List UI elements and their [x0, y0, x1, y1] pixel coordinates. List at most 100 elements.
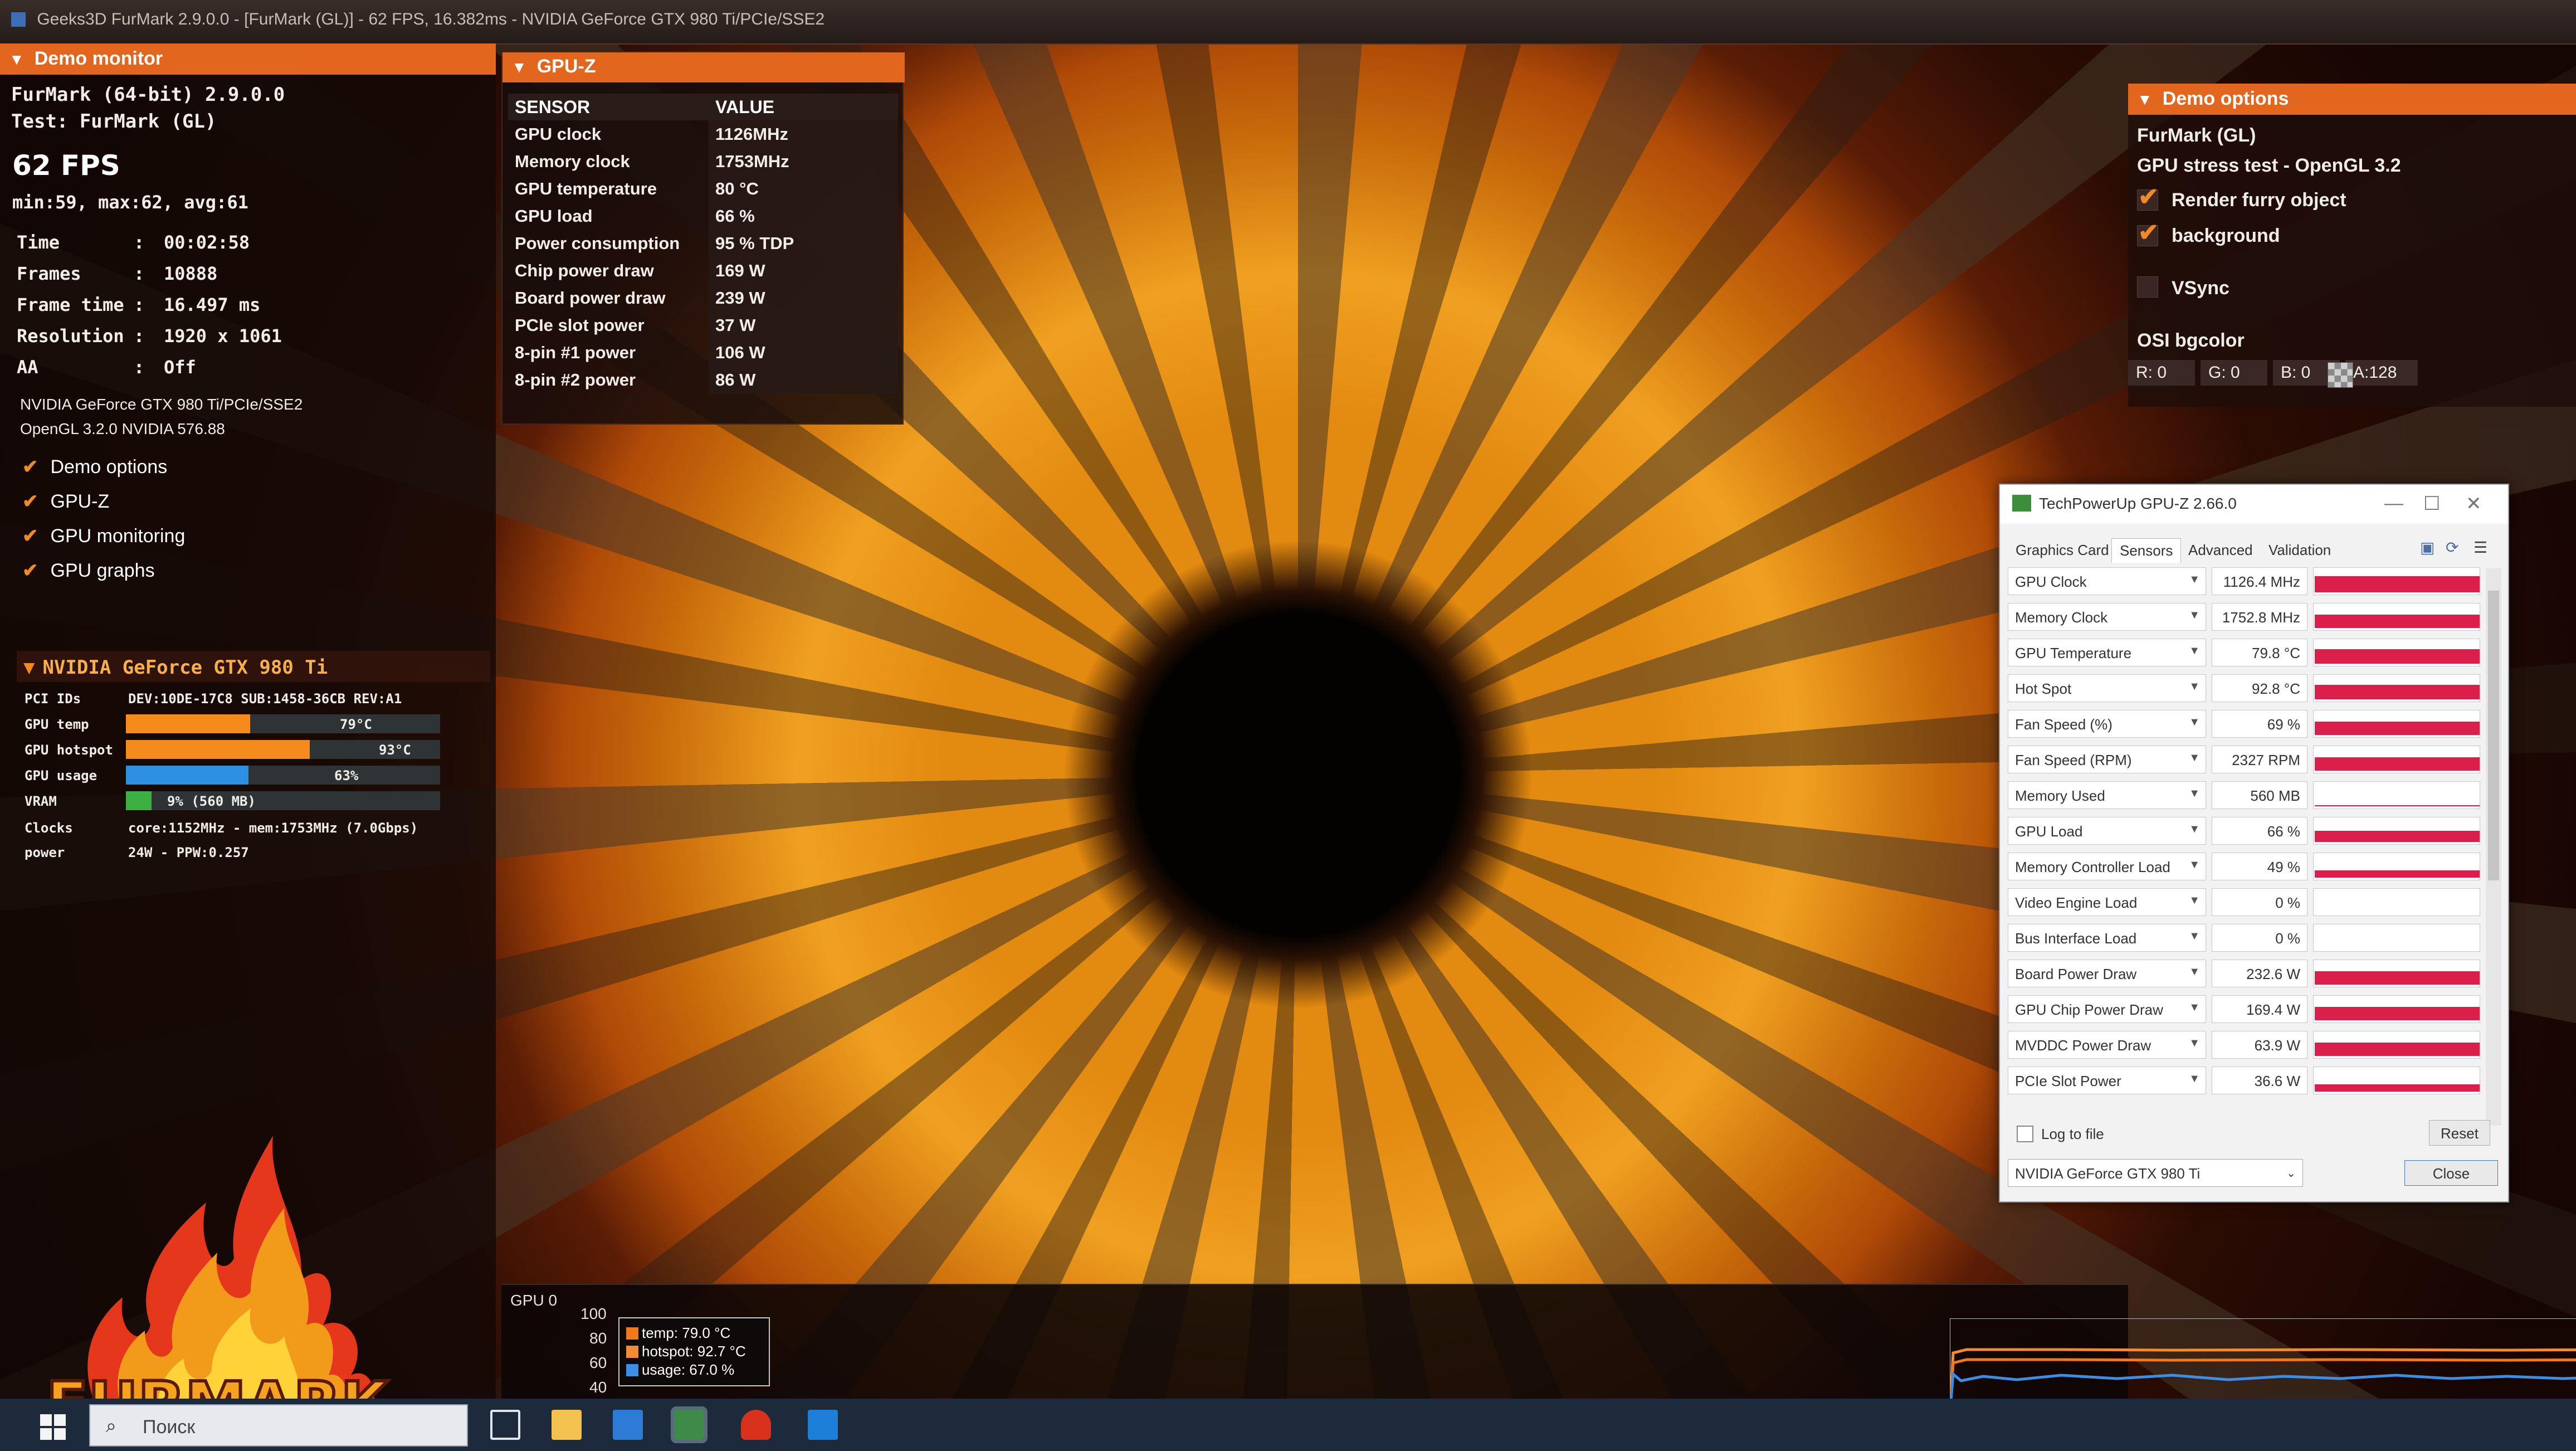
osi-bgcolor-label: OSI bgcolor — [2137, 330, 2245, 351]
bgcolor-g-field[interactable]: G: 0 — [2201, 360, 2267, 386]
gpu-usage-bar — [126, 766, 440, 785]
windows-start-icon[interactable] — [40, 1414, 66, 1440]
reset-button[interactable]: Reset — [2429, 1120, 2490, 1146]
gpuz-overlay-header[interactable]: ▼ GPU-Z — [502, 52, 905, 82]
sensor-scrollbar[interactable] — [2486, 568, 2501, 1126]
minimize-icon[interactable]: — — [2384, 493, 2403, 514]
sensor-graph — [2313, 781, 2480, 809]
file-explorer-icon[interactable] — [552, 1410, 582, 1440]
maximize-icon[interactable]: ☐ — [2423, 493, 2440, 515]
collapse-triangle-icon: ▼ — [511, 59, 527, 76]
gpu-hotspot-label: GPU hotspot — [25, 742, 113, 758]
sensor-row: Hot Spot ▼ 92.8 °C — [2000, 670, 2501, 705]
sensor-name[interactable]: PCIe Slot Power ▼ — [2008, 1067, 2206, 1094]
search-placeholder: Поиск — [143, 1416, 196, 1438]
sensor-name[interactable]: GPU Temperature ▼ — [2008, 639, 2206, 666]
toggle-demo-options[interactable]: ✔ Demo options — [22, 456, 167, 478]
sensor-name[interactable]: MVDDC Power Draw ▼ — [2008, 1031, 2206, 1059]
demo-monitor-header[interactable]: ▼ Demo monitor — [0, 43, 496, 75]
log-to-file-checkbox[interactable] — [2017, 1126, 2033, 1142]
sensor-graph — [2313, 710, 2480, 738]
sensor-graph — [2313, 639, 2480, 666]
sensor-graph — [2313, 853, 2480, 880]
sensor-row: PCIe Slot Power ▼ 36.6 W — [2000, 1062, 2501, 1098]
chevron-down-icon: ▼ — [2189, 752, 2200, 764]
sensor-name[interactable]: Video Engine Load ▼ — [2008, 888, 2206, 916]
stat-frame-time: Frame time: 16.497 ms — [17, 294, 261, 315]
checkmark-icon: ✔ — [22, 456, 38, 478]
bgcolor-r-field[interactable]: R: 0 — [2128, 360, 2195, 386]
tab-advanced[interactable]: Advanced — [2180, 538, 2261, 562]
sensor-name[interactable]: Fan Speed (RPM) ▼ — [2008, 746, 2206, 773]
sensor-value: 69 % — [2212, 710, 2307, 738]
toggle-gpu-monitoring[interactable]: ✔ GPU monitoring — [22, 525, 185, 547]
gpu-temp-bar-fill — [126, 714, 250, 733]
stat-aa: AA: Off — [17, 357, 196, 378]
sensor-name[interactable]: Bus Interface Load ▼ — [2008, 924, 2206, 952]
fps-counter: 62 FPS — [12, 149, 120, 182]
sensor-name[interactable]: Hot Spot ▼ — [2008, 674, 2206, 702]
toggle-gpu-graphs[interactable]: ✔ GPU graphs — [22, 559, 155, 582]
toggle-gpu-z[interactable]: ✔ GPU-Z — [22, 490, 109, 513]
sensor-name[interactable]: Fan Speed (%) ▼ — [2008, 710, 2206, 738]
device-select[interactable]: NVIDIA GeForce GTX 980 Ti ⌄ — [2008, 1159, 2303, 1187]
bgcolor-a-field[interactable]: A:128 — [2345, 360, 2418, 386]
close-button[interactable]: Close — [2404, 1160, 2498, 1186]
sensor-name[interactable]: GPU Clock ▼ — [2008, 567, 2206, 595]
gpu-pci-label: PCI IDs — [25, 691, 81, 707]
gpuz-taskbar-icon[interactable] — [671, 1406, 708, 1443]
tab-validation[interactable]: Validation — [2261, 538, 2339, 562]
y-tick: 40 — [589, 1379, 607, 1396]
sensor-graph-fill — [2315, 615, 2480, 628]
close-icon[interactable]: ✕ — [2466, 493, 2482, 515]
bgcolor-swatch[interactable] — [2328, 362, 2353, 388]
sensor-name[interactable]: Board Power Draw ▼ — [2008, 960, 2206, 987]
app-icon[interactable] — [808, 1410, 838, 1440]
legend-hotspot: hotspot: 92.7 °C — [626, 1342, 762, 1361]
stat-frames: Frames: 10888 — [17, 263, 218, 284]
sensor-graph — [2313, 603, 2480, 631]
taskbar-search[interactable]: ⌕ Поиск — [89, 1404, 468, 1447]
menu-icon[interactable]: ☰ — [2473, 538, 2487, 557]
gpu-temp-value: 79°C — [340, 717, 372, 732]
sensor-name[interactable]: GPU Chip Power Draw ▼ — [2008, 995, 2206, 1023]
vsync-checkbox[interactable] — [2137, 276, 2158, 298]
demo-options-header[interactable]: ▼ Demo options — [2128, 84, 2576, 115]
sensor-graph-fill — [2315, 685, 2480, 699]
checkmark-icon: ✔ — [2138, 219, 2159, 246]
scrollbar-thumb[interactable] — [2488, 591, 2499, 880]
sensor-graph-fill — [2315, 1007, 2480, 1020]
furmark-logo: FURMARK — [45, 1136, 392, 1442]
task-view-icon[interactable] — [490, 1410, 520, 1440]
window-titlebar[interactable]: Geeks3D FurMark 2.9.0.0 - [FurMark (GL)]… — [0, 0, 2576, 45]
chevron-down-icon: ⌄ — [2286, 1167, 2296, 1180]
gpu-graph-panel: GPU 0 100 80 60 40 temp: 79.0 °C hotspot… — [501, 1284, 2576, 1418]
refresh-icon[interactable]: ⟳ — [2446, 538, 2458, 557]
opengl-version: OpenGL 3.2.0 NVIDIA 576.88 — [20, 420, 225, 437]
tab-graphics-card[interactable]: Graphics Card — [2008, 538, 2117, 562]
sensor-name[interactable]: Memory Used ▼ — [2008, 781, 2206, 809]
gpu-section-header[interactable]: ▼ NVIDIA GeForce GTX 980 Ti — [17, 651, 490, 682]
col-sensor: SENSOR — [508, 94, 709, 120]
furmark-taskbar-icon[interactable] — [741, 1410, 771, 1440]
sensor-graph — [2313, 674, 2480, 702]
mail-icon[interactable] — [613, 1410, 643, 1440]
table-row: Memory clock 1753MHz — [508, 148, 898, 175]
tab-sensors[interactable]: Sensors — [2111, 538, 2182, 563]
sensor-value: 66 % — [2212, 817, 2307, 845]
chevron-down-icon: ▼ — [2189, 1073, 2200, 1085]
collapse-triangle-icon: ▼ — [2137, 91, 2153, 108]
device-select-value: NVIDIA GeForce GTX 980 Ti — [2015, 1165, 2201, 1182]
table-row: 8-pin #1 power 106 W — [508, 339, 898, 366]
sensor-name[interactable]: GPU Load ▼ — [2008, 817, 2206, 845]
sensor-name[interactable]: Memory Clock ▼ — [2008, 603, 2206, 631]
sensor-graph — [2313, 746, 2480, 773]
sensor-name[interactable]: Memory Controller Load ▼ — [2008, 853, 2206, 880]
legend-usage: usage: 67.0 % — [626, 1361, 762, 1379]
camera-icon[interactable]: ▣ — [2420, 538, 2434, 557]
sensor-row: Memory Clock ▼ 1752.8 MHz — [2000, 598, 2501, 634]
gpu-usage-label: GPU usage — [25, 768, 97, 783]
sensor-graph — [2313, 1031, 2480, 1059]
window-title: Geeks3D FurMark 2.9.0.0 - [FurMark (GL)]… — [37, 10, 825, 28]
checkmark-icon: ✔ — [22, 560, 38, 581]
